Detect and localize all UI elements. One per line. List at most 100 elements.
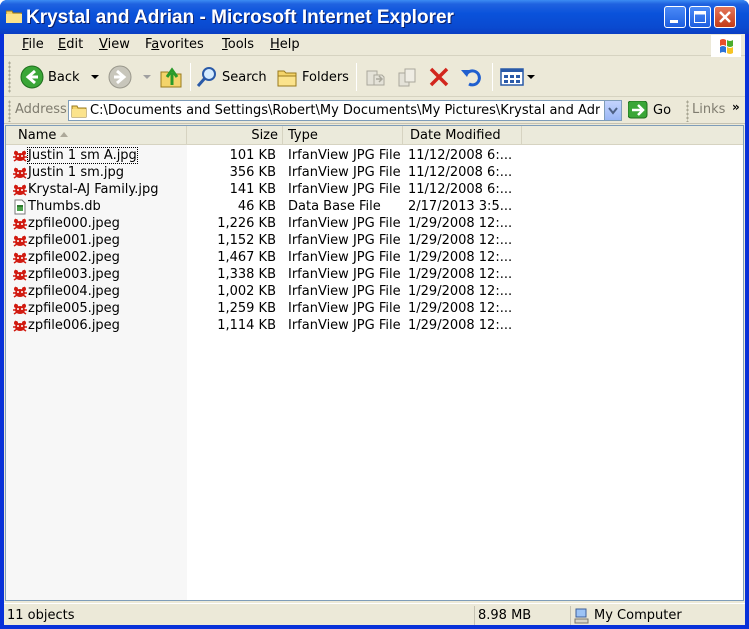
delete-button[interactable]: [428, 63, 450, 91]
status-bar: 11 objects 8.98 MB My Computer: [4, 603, 745, 625]
search-icon: [196, 67, 216, 87]
column-header-date-modified[interactable]: Date Modified: [403, 126, 522, 145]
chevron-down-icon[interactable]: [142, 74, 152, 80]
chevron-down-icon[interactable]: [90, 74, 100, 80]
file-name: Justin 1 sm A.jpg: [27, 147, 138, 164]
forward-button[interactable]: [108, 63, 152, 91]
file-date: 1/29/2008 12:...: [408, 250, 513, 265]
table-row[interactable]: zpfile001.jpeg 1,152 KB IrfanView JPG File…: [6, 232, 743, 249]
back-button[interactable]: Back: [20, 63, 100, 91]
file-name: Thumbs.db: [28, 199, 101, 214]
table-row[interactable]: zpfile002.jpeg 1,467 KB IrfanView JPG File…: [6, 249, 743, 266]
minimize-icon: [670, 20, 678, 23]
irfanview-jpg-icon: [13, 167, 27, 179]
table-row[interactable]: Krystal-AJ Family.jpg 141 KB IrfanView JPG…: [6, 181, 743, 198]
column-header-type[interactable]: Type: [283, 126, 403, 145]
status-object-count: 11 objects: [7, 608, 75, 623]
file-date: 1/29/2008 12:...: [408, 233, 513, 248]
address-bar: Address C:\Documents and Settings\Robert…: [4, 98, 745, 124]
chevron-down-icon[interactable]: [526, 74, 536, 80]
file-name: zpfile002.jpeg: [28, 250, 120, 265]
table-row[interactable]: zpfile003.jpeg 1,338 KB IrfanView JPG File…: [6, 266, 743, 283]
links-label[interactable]: Links: [692, 102, 725, 117]
maximize-button[interactable]: [689, 6, 711, 28]
irfanview-jpg-icon: [13, 184, 27, 196]
menu-help[interactable]: Help: [270, 37, 300, 52]
table-row[interactable]: Justin 1 sm A.jpg 101 KB IrfanView JPG Fil…: [6, 147, 743, 164]
menu-favorites[interactable]: Favorites: [145, 37, 204, 52]
undo-button[interactable]: [460, 63, 482, 91]
move-to-button[interactable]: [364, 63, 388, 91]
copy-to-folder-icon: [398, 68, 416, 87]
folders-button[interactable]: Folders: [276, 63, 349, 91]
file-type: Data Base File: [288, 199, 381, 214]
client-area: File Edit View Favorites Tools Help Back…: [4, 34, 745, 625]
file-date: 1/29/2008 12:...: [408, 216, 513, 231]
irfanview-jpg-icon: [13, 320, 27, 332]
file-date: 11/12/2008 6:...: [408, 165, 513, 180]
ie-window: Krystal and Adrian - Microsoft Internet …: [0, 0, 749, 629]
links-grip[interactable]: [686, 100, 689, 122]
move-to-folder-icon: [366, 70, 385, 86]
views-button[interactable]: [500, 63, 536, 91]
address-input[interactable]: C:\Documents and Settings\Robert\My Docu…: [68, 100, 622, 121]
back-arrow-icon: [20, 65, 44, 89]
folder-icon: [6, 10, 22, 23]
file-type: IrfanView JPG File: [288, 182, 401, 197]
file-size: 46 KB: [237, 199, 276, 214]
table-row[interactable]: zpfile004.jpeg 1,002 KB IrfanView JPG File…: [6, 283, 743, 300]
toolbar-separator: [190, 63, 191, 91]
folders-icon: [277, 70, 297, 87]
address-grip[interactable]: [8, 100, 11, 122]
sort-ascending-icon: [60, 132, 68, 137]
address-dropdown-button[interactable]: [604, 101, 621, 120]
address-text[interactable]: C:\Documents and Settings\Robert\My Docu…: [90, 103, 600, 118]
table-row[interactable]: zpfile000.jpeg 1,226 KB IrfanView JPG File…: [6, 215, 743, 232]
file-type: IrfanView JPG File: [288, 301, 401, 316]
up-folder-icon: [160, 67, 182, 88]
menu-edit[interactable]: Edit: [58, 37, 83, 52]
irfanview-jpg-icon: [13, 269, 27, 281]
file-size: 1,338 KB: [217, 267, 276, 282]
go-button[interactable]: Go: [628, 101, 671, 119]
file-date: 11/12/2008 6:...: [408, 148, 513, 163]
menu-view[interactable]: View: [99, 37, 130, 52]
toolbar-separator: [492, 63, 493, 91]
file-type: IrfanView JPG File: [288, 216, 401, 231]
file-date: 1/29/2008 12:...: [408, 318, 513, 333]
menu-bar: File Edit View Favorites Tools Help: [4, 34, 745, 57]
table-row[interactable]: zpfile006.jpeg 1,114 KB IrfanView JPG File…: [6, 317, 743, 334]
file-size: 1,226 KB: [217, 216, 276, 231]
file-type: IrfanView JPG File: [288, 267, 401, 282]
my-computer-icon: [574, 608, 589, 623]
file-type: IrfanView JPG File: [288, 165, 401, 180]
file-date: 1/29/2008 12:...: [408, 267, 513, 282]
file-type: IrfanView JPG File: [288, 148, 401, 163]
menu-tools[interactable]: Tools: [222, 37, 254, 52]
column-header-name[interactable]: Name: [6, 126, 187, 145]
file-size: 356 KB: [229, 165, 276, 180]
file-date: 2/17/2013 3:5...: [408, 199, 513, 214]
table-row[interactable]: Justin 1 sm.jpg 356 KB IrfanView JPG File 1…: [6, 164, 743, 181]
minimize-button[interactable]: [664, 6, 686, 28]
close-button[interactable]: [714, 6, 736, 28]
file-size: 1,152 KB: [217, 233, 276, 248]
file-type: IrfanView JPG File: [288, 284, 401, 299]
search-label: Search: [222, 69, 267, 85]
toolbar-grip[interactable]: [8, 61, 11, 93]
search-button[interactable]: Search: [196, 63, 267, 91]
table-row[interactable]: Thumbs.db 46 KB Data Base File 2/17/2013 3:…: [6, 198, 743, 215]
table-row[interactable]: zpfile005.jpeg 1,259 KB IrfanView JPG File…: [6, 300, 743, 317]
title-bar[interactable]: Krystal and Adrian - Microsoft Internet …: [0, 0, 749, 34]
file-name: Justin 1 sm.jpg: [28, 165, 125, 180]
database-file-icon: [14, 199, 26, 215]
file-list-view[interactable]: Name Size Type Date Modified Justin 1 sm…: [5, 125, 744, 601]
file-type: IrfanView JPG File: [288, 318, 401, 333]
go-label: Go: [653, 102, 672, 118]
menu-file[interactable]: File: [22, 37, 44, 52]
up-folder-button[interactable]: [159, 63, 183, 91]
column-header-size[interactable]: Size: [187, 126, 283, 145]
copy-to-button[interactable]: [396, 63, 420, 91]
windows-logo-icon: [711, 35, 741, 57]
links-chevron-icon[interactable]: »: [732, 100, 740, 114]
